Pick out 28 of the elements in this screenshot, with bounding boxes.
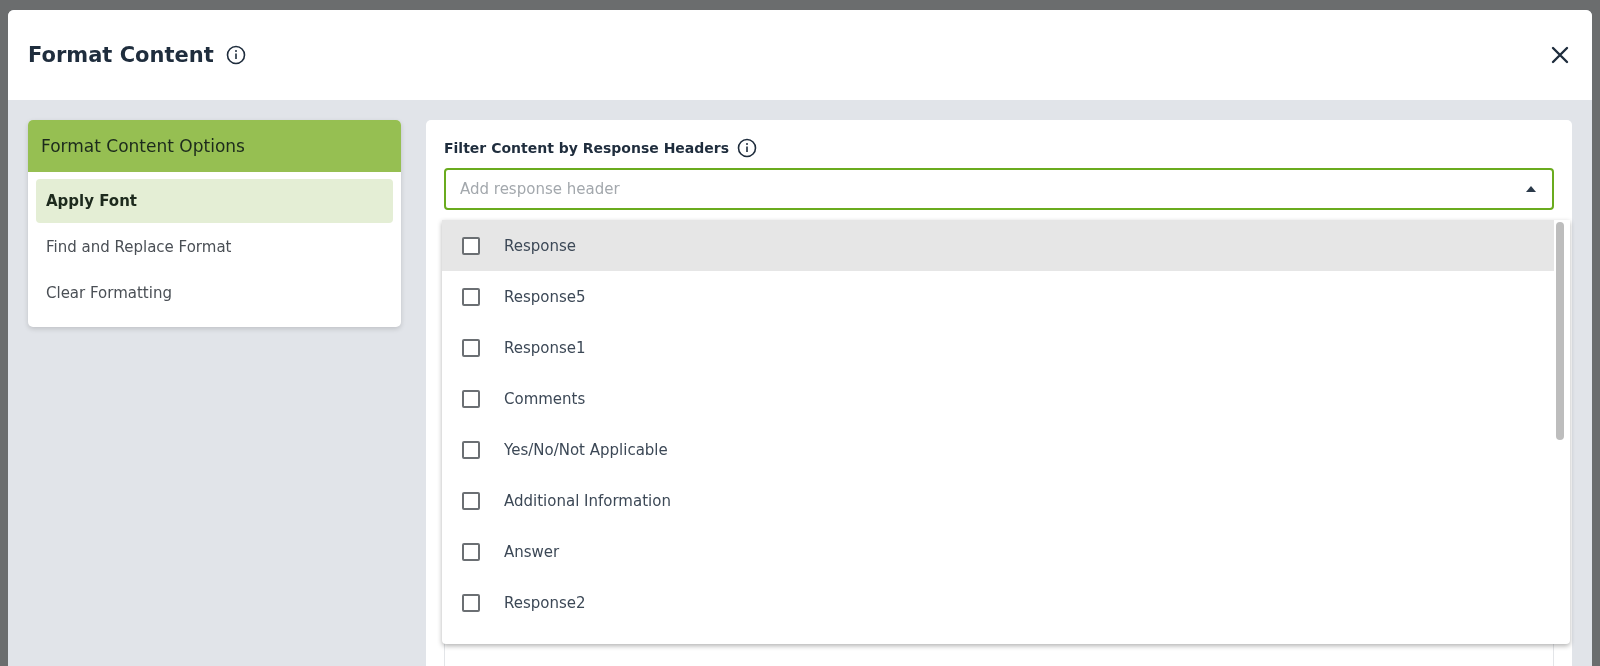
menu-option[interactable]: Response	[442, 220, 1554, 271]
header-select[interactable]: Add response header	[444, 168, 1554, 210]
option-label: Response	[504, 236, 577, 255]
filter-label: Filter Content by Response Headers	[444, 140, 730, 156]
card-header: Format Content Options	[28, 120, 401, 172]
option-label: Additional Information	[504, 491, 671, 510]
option-label: Response1	[504, 338, 586, 357]
option-label: Response2	[504, 593, 586, 612]
dialog-title: Format Content	[28, 43, 214, 67]
checkbox[interactable]	[462, 491, 480, 510]
option-item[interactable]: Apply Font	[36, 179, 393, 223]
checkbox[interactable]	[462, 593, 480, 612]
checkbox[interactable]	[462, 389, 480, 408]
scrollbar-thumb[interactable]	[1556, 222, 1564, 440]
option-item[interactable]: Clear Formatting	[36, 271, 393, 315]
caret-icon	[1526, 186, 1536, 192]
option-label: Answer	[504, 542, 560, 561]
checkbox[interactable]	[462, 542, 480, 561]
option-label: Comments	[504, 389, 586, 408]
checkbox[interactable]	[462, 236, 480, 255]
option-item[interactable]: Find and Replace Format	[36, 225, 393, 269]
checkbox[interactable]	[462, 338, 480, 357]
info-icon[interactable]	[225, 45, 246, 65]
option-label: Yes/No/Not Applicable	[504, 440, 668, 459]
option-label: Response5	[504, 287, 586, 306]
checkbox[interactable]	[462, 440, 480, 459]
checkbox[interactable]	[462, 287, 480, 306]
info-icon[interactable]	[737, 138, 758, 158]
